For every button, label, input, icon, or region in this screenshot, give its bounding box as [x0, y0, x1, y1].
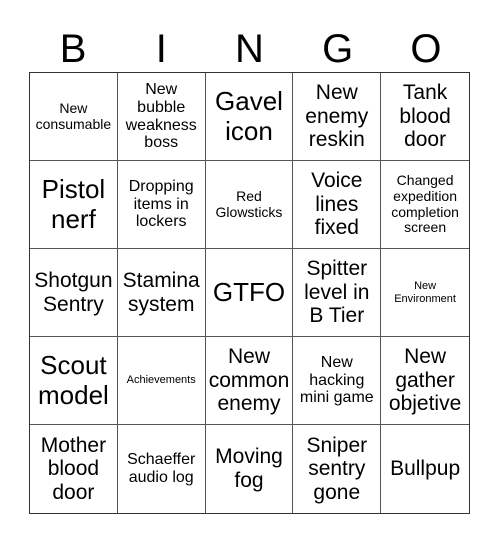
- bingo-cell-free[interactable]: GTFO: [205, 249, 294, 337]
- header-letter-b: B: [59, 27, 87, 71]
- bingo-cell[interactable]: Sniper sentry gone: [293, 425, 382, 513]
- bingo-cell[interactable]: Shotgun Sentry: [30, 249, 118, 337]
- bingo-cell[interactable]: Red Glowsticks: [205, 161, 294, 249]
- bingo-cell[interactable]: Dropping items in lockers: [117, 161, 206, 249]
- bingo-cell[interactable]: New hacking mini game: [293, 337, 382, 425]
- bingo-cell[interactable]: New gather objetive: [381, 337, 469, 425]
- bingo-cell[interactable]: Mother blood door: [30, 425, 118, 513]
- bingo-cell[interactable]: Schaeffer audio log: [118, 425, 206, 513]
- cell-text: Schaeffer audio log: [127, 451, 196, 486]
- bingo-cell[interactable]: New common enemy: [205, 337, 294, 425]
- bingo-cell[interactable]: Achievements: [117, 337, 206, 425]
- cell-text: New common enemy: [208, 345, 290, 416]
- cell-text: New gather objetive: [388, 345, 462, 416]
- cell-text: Changed expedition completion screen: [391, 172, 459, 236]
- cell-text: New consumable: [35, 99, 112, 132]
- bingo-cell[interactable]: New Environment: [381, 249, 469, 337]
- cell-text: Sniper sentry gone: [306, 433, 368, 504]
- bingo-cell[interactable]: Tank blood door: [381, 73, 469, 161]
- cell-text: Red Glowsticks: [215, 187, 283, 220]
- cell-text: Voice lines fixed: [311, 169, 363, 240]
- cell-text: Mother blood door: [40, 433, 107, 504]
- cell-text: Spitter level in B Tier: [304, 257, 370, 328]
- bingo-cell[interactable]: Changed expedition completion screen: [381, 161, 469, 249]
- cell-text: Pistol nerf: [41, 174, 106, 234]
- header-letter-g: G: [322, 27, 354, 71]
- bingo-cell[interactable]: Moving fog: [206, 425, 294, 513]
- bingo-cell[interactable]: Stamina system: [117, 249, 206, 337]
- cell-text: Gavel icon: [215, 86, 283, 146]
- cell-text: New bubble weakness boss: [125, 80, 197, 152]
- cell-text: New Environment: [394, 280, 456, 305]
- bingo-cell[interactable]: Gavel icon: [205, 73, 294, 161]
- bingo-cell[interactable]: Scout model: [30, 337, 118, 425]
- bingo-cell[interactable]: Voice lines fixed: [293, 161, 382, 249]
- cell-text: Moving fog: [215, 445, 283, 492]
- cell-text: New enemy reskin: [305, 81, 369, 152]
- cell-text: Bullpup: [390, 457, 461, 481]
- cell-text: Dropping items in lockers: [128, 177, 194, 231]
- bingo-cell[interactable]: New consumable: [30, 73, 118, 161]
- header-letter-o: O: [410, 27, 442, 71]
- bingo-cell[interactable]: New enemy reskin: [293, 73, 382, 161]
- bingo-grid: New consumable New bubble weakness boss …: [29, 72, 470, 514]
- bingo-cell[interactable]: Spitter level in B Tier: [293, 249, 382, 337]
- bingo-header: B I N G O: [29, 26, 470, 72]
- bingo-cell[interactable]: New bubble weakness boss: [117, 73, 206, 161]
- cell-text: Tank blood door: [399, 81, 451, 152]
- header-letter-n: N: [235, 27, 264, 71]
- bingo-cell[interactable]: Pistol nerf: [30, 161, 118, 249]
- cell-text: Shotgun Sentry: [34, 268, 113, 316]
- cell-text: GTFO: [212, 276, 286, 307]
- header-letter-i: I: [155, 27, 167, 71]
- cell-text: Achievements: [126, 374, 196, 387]
- cell-text: New hacking mini game: [299, 353, 374, 407]
- cell-text: Stamina system: [122, 268, 200, 316]
- cell-text: Scout model: [37, 350, 109, 410]
- bingo-cell[interactable]: Bullpup: [381, 425, 469, 513]
